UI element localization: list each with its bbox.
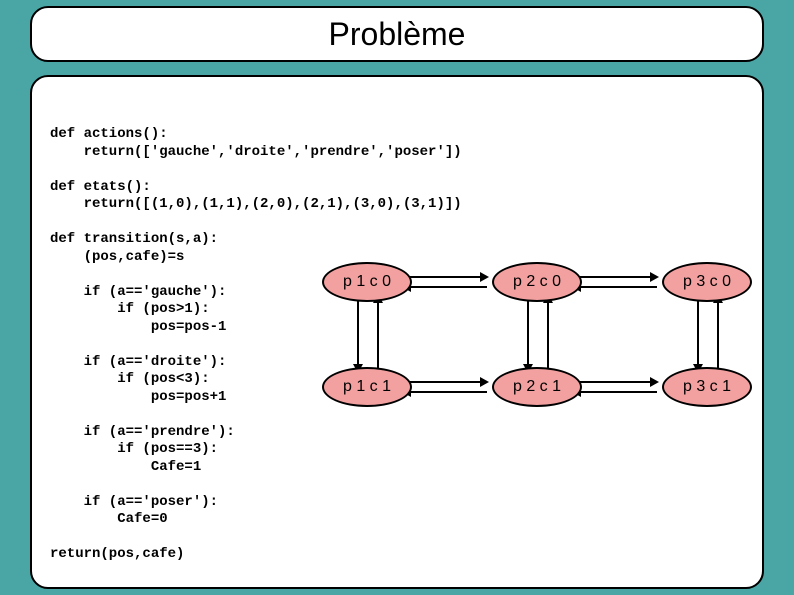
node-label: p 3 c 0 [683, 272, 731, 292]
node-label: p 1 c 1 [343, 377, 391, 397]
state-node-p1c0: p 1 c 0 [322, 262, 412, 302]
state-node-p2c0: p 2 c 0 [492, 262, 582, 302]
state-diagram: p 1 c 0 p 2 c 0 p 3 c 0 p 1 c 1 p 2 c 1 … [322, 262, 752, 442]
node-label: p 1 c 0 [343, 272, 391, 292]
state-node-p1c1: p 1 c 1 [322, 367, 412, 407]
state-node-p2c1: p 2 c 1 [492, 367, 582, 407]
slide-title: Problème [329, 16, 466, 53]
state-node-p3c1: p 3 c 1 [662, 367, 752, 407]
title-container: Problème [30, 6, 764, 62]
state-node-p3c0: p 3 c 0 [662, 262, 752, 302]
content-container: def actions(): return(['gauche','droite'… [30, 75, 764, 589]
node-label: p 2 c 1 [513, 377, 561, 397]
node-label: p 2 c 0 [513, 272, 561, 292]
node-label: p 3 c 1 [683, 377, 731, 397]
